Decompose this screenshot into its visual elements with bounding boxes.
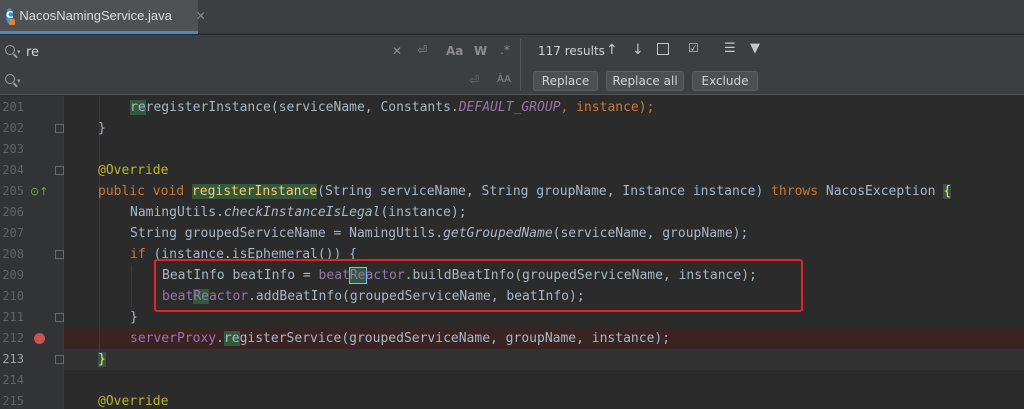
code-token: (serviceName, groupName);: [552, 226, 749, 241]
line-number: 209: [2, 268, 24, 282]
line-number: 215: [2, 394, 24, 408]
line-number: 210: [2, 289, 24, 303]
select-all-occurrences-icon[interactable]: [657, 43, 669, 55]
code-token: (String serviceName, String groupName, I…: [317, 184, 772, 199]
next-occurrence-icon[interactable]: ↓: [632, 42, 644, 58]
code-text: NamingUtils.checkInstanceIsLegal(instanc…: [130, 202, 467, 223]
code-editor[interactable]: 201 reregisterInstance(serviceName, Cons…: [0, 96, 1024, 409]
code-text: String groupedServiceName = NamingUtils.…: [130, 223, 748, 244]
method-name-match: registerInstance: [191, 184, 318, 199]
editor-tab-bar: C NacosNamingService.java ✕: [0, 0, 1024, 34]
code-line: 203: [0, 139, 1024, 160]
line-number: 204: [2, 163, 24, 177]
code-line: 214: [0, 370, 1024, 391]
search-history-chevron-icon[interactable]: ▾: [17, 48, 21, 56]
line-number: 213: [2, 352, 24, 366]
code-line: 202 }: [0, 118, 1024, 139]
code-text: reregisterInstance(serviceName, Constant…: [130, 97, 654, 118]
search-icon[interactable]: [5, 45, 15, 55]
code-text: public void registerInstance(String serv…: [98, 181, 952, 202]
line-number: 203: [2, 142, 24, 156]
breakpoint-icon[interactable]: [34, 333, 45, 344]
fold-marker-icon[interactable]: [55, 124, 64, 133]
code-token: gisterService(groupedServiceName, groupN…: [239, 331, 671, 346]
fold-marker-icon[interactable]: [55, 355, 64, 364]
code-line: 215 @Override: [0, 391, 1024, 409]
line-number: 211: [2, 310, 24, 324]
code-token: String groupedServiceName = NamingUtils.: [130, 226, 444, 241]
preserve-case-icon[interactable]: ÀA: [497, 74, 511, 85]
replace-new-line-icon[interactable]: ⏎: [469, 73, 479, 87]
code-line: 213 }: [0, 349, 1024, 370]
replace-row: ▾ ⏎ ÀA: [0, 66, 520, 96]
multiline-icon[interactable]: ☰: [724, 41, 736, 56]
line-number: 206: [2, 205, 24, 219]
code-token: throws: [771, 184, 826, 199]
code-token: checkInstanceIsLegal: [223, 205, 381, 220]
find-row: ▾ ✕ ⏎ Aa W .*: [0, 37, 520, 67]
code-text: }: [98, 349, 106, 370]
close-tab-icon[interactable]: ✕: [196, 9, 206, 23]
line-number: 214: [2, 373, 24, 387]
code-line: 212 serverProxy.registerService(groupedS…: [0, 328, 1024, 349]
regex-icon[interactable]: .*: [500, 43, 510, 57]
code-line: 205 ⊙↑ public void registerInstance(Stri…: [0, 181, 1024, 202]
whole-words-icon[interactable]: W: [474, 44, 487, 58]
line-number: 208: [2, 247, 24, 261]
panel-separator: [520, 39, 521, 91]
java-class-icon: C: [6, 7, 16, 25]
find-replace-panel: ▾ ✕ ⏎ Aa W .* ▾ ⏎ ÀA 117 results ↑ ↓ ☑ ☰…: [0, 35, 1024, 95]
code-token: DEFAULT_GROUP: [458, 100, 561, 115]
code-token: registerInstance(serviceName, Constants.: [145, 100, 459, 115]
match-case-icon[interactable]: Aa: [446, 44, 463, 58]
code-text: serverProxy.registerService(groupedServi…: [130, 328, 670, 349]
highlight-annotation-box: [154, 259, 803, 312]
code-text: }: [98, 121, 106, 136]
replace-history-chevron-icon[interactable]: ▾: [17, 77, 21, 85]
code-line: 206 NamingUtils.checkInstanceIsLegal(ins…: [0, 202, 1024, 223]
line-number: 205: [2, 184, 24, 198]
fold-marker-icon[interactable]: [55, 166, 64, 175]
replace-input[interactable]: [26, 71, 386, 91]
search-match: re: [130, 100, 146, 115]
fold-marker-icon[interactable]: [55, 250, 64, 259]
new-line-icon[interactable]: ⏎: [417, 43, 427, 57]
search-match: re: [223, 331, 240, 346]
filter-search-results-icon[interactable]: ☑: [688, 41, 699, 55]
tab-nacos-naming-service[interactable]: C NacosNamingService.java ✕: [0, 0, 206, 34]
code-token: (instance);: [380, 205, 467, 220]
results-count: 117 results: [538, 44, 605, 58]
replace-all-button[interactable]: Replace all: [606, 71, 684, 91]
tab-label: NacosNamingService.java: [19, 8, 172, 23]
replace-icon[interactable]: [5, 74, 15, 84]
code-token: serverProxy: [130, 331, 217, 346]
previous-occurrence-icon[interactable]: ↑: [606, 42, 618, 58]
code-line: 207 String groupedServiceName = NamingUt…: [0, 223, 1024, 244]
annotation-text: @Override: [98, 163, 169, 178]
code-token: NamingUtils.: [130, 205, 224, 220]
code-line: 201 reregisterInstance(serviceName, Cons…: [0, 97, 1024, 118]
line-number: 201: [2, 100, 24, 114]
code-line: 204 @Override: [0, 160, 1024, 181]
replace-button[interactable]: Replace: [533, 71, 598, 91]
clear-search-icon[interactable]: ✕: [392, 44, 402, 58]
code-token: .: [216, 331, 224, 346]
fold-marker-icon[interactable]: [55, 313, 64, 322]
exclude-button[interactable]: Exclude: [692, 71, 758, 91]
code-token: , instance);: [560, 100, 655, 115]
line-number: 207: [2, 226, 24, 240]
implements-method-icon[interactable]: ⊙↑: [30, 185, 48, 198]
line-number: 202: [2, 121, 24, 135]
line-number: 212: [2, 331, 24, 345]
code-token: getGroupedName: [443, 226, 553, 241]
matched-brace: }: [98, 352, 106, 367]
code-token: public void: [98, 184, 192, 199]
code-token: NacosException: [825, 184, 944, 199]
code-text: }: [130, 310, 138, 325]
search-input[interactable]: [26, 42, 386, 62]
code-token: if: [130, 247, 154, 262]
filter-icon[interactable]: ▼: [750, 41, 760, 56]
annotation-text: @Override: [98, 394, 169, 409]
matched-brace: {: [943, 184, 952, 199]
